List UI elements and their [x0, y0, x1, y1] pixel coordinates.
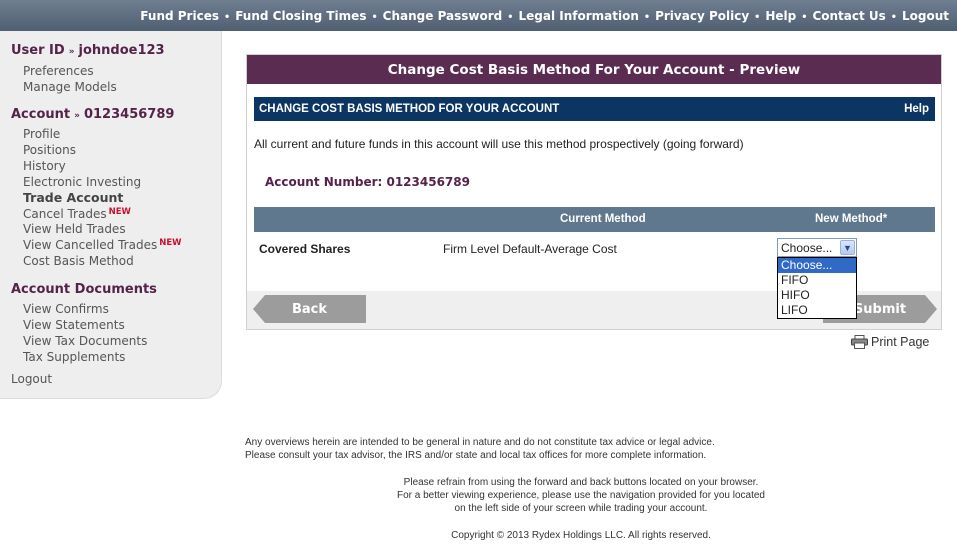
account-number: Account Number: 0123456789: [265, 175, 470, 189]
back-button[interactable]: Back: [253, 295, 366, 323]
sidebar-item-view-tax-documents[interactable]: View Tax Documents: [23, 334, 147, 348]
nav-separator: •: [891, 8, 896, 23]
sidebar-item-view-confirms[interactable]: View Confirms: [23, 302, 109, 316]
nav-fund-closing-times[interactable]: Fund Closing Times: [235, 9, 366, 23]
sidebar-item-trade-account[interactable]: Trade Account: [23, 190, 123, 205]
help-link[interactable]: Help: [904, 103, 929, 115]
top-nav: Fund Prices • Fund Closing Times • Change …: [0, 0, 957, 31]
nav-separator: •: [372, 8, 377, 23]
sidebar-item-cancel-trades[interactable]: Cancel Trades NEW: [23, 207, 131, 221]
account-documents-heading: Account Documents: [11, 282, 157, 297]
option-fifo[interactable]: FIFO: [778, 273, 856, 288]
chevron-down-icon[interactable]: ▼: [840, 240, 855, 255]
new-badge: NEW: [159, 238, 182, 248]
option-lifo[interactable]: LIFO: [778, 303, 856, 318]
account-id-value: 0123456789: [83, 107, 175, 122]
account-number-value: 0123456789: [386, 175, 470, 189]
note-line: on the left side of your screen while tr…: [454, 503, 708, 514]
sidebar-item-manage-models[interactable]: Manage Models: [23, 80, 117, 94]
disclaimer-line: Any overviews herein are intended to be …: [245, 437, 715, 448]
tax-disclaimer: Any overviews herein are intended to be …: [245, 436, 715, 462]
sidebar-item-positions[interactable]: Positions: [23, 143, 76, 157]
table-header: Current Method New Method*: [254, 207, 935, 232]
option-hifo[interactable]: HIFO: [778, 288, 856, 303]
nav-separator: •: [755, 8, 760, 23]
nav-fund-prices[interactable]: Fund Prices: [140, 9, 219, 23]
intro-text: All current and future funds in this acc…: [254, 137, 744, 151]
nav-separator: •: [508, 8, 513, 23]
panel-title: Change Cost Basis Method For Your Accoun…: [247, 55, 941, 84]
printer-icon: [851, 335, 868, 349]
column-current-method: Current Method: [560, 213, 646, 225]
sidebar-logout[interactable]: Logout: [11, 372, 52, 386]
account-heading: Account» 0123456789: [11, 107, 174, 122]
chevron-right-icon: »: [68, 47, 75, 57]
row-label-covered-shares: Covered Shares: [259, 242, 351, 256]
note-line: Please refrain from using the forward an…: [403, 477, 759, 488]
account-label: Account: [11, 107, 71, 122]
new-method-select[interactable]: Choose... ▼: [777, 238, 857, 257]
user-id-label: User ID: [11, 43, 65, 58]
nav-privacy-policy[interactable]: Privacy Policy: [655, 9, 749, 23]
sidebar-item-cost-basis-method[interactable]: Cost Basis Method: [23, 254, 134, 268]
sidebar-item-label: View Cancelled Trades: [23, 238, 158, 252]
column-new-method: New Method*: [815, 213, 888, 225]
option-choose[interactable]: Choose...: [778, 258, 856, 273]
nav-help[interactable]: Help: [765, 9, 796, 23]
nav-contact-us[interactable]: Contact Us: [812, 9, 885, 23]
nav-legal-information[interactable]: Legal Information: [518, 9, 638, 23]
sidebar-item-view-held-trades[interactable]: View Held Trades: [23, 222, 126, 236]
nav-change-password[interactable]: Change Password: [383, 9, 503, 23]
new-badge: NEW: [108, 207, 131, 217]
section-title: CHANGE COST BASIS METHOD FOR YOUR ACCOUN…: [259, 103, 560, 115]
print-page-label: Print Page: [871, 335, 930, 349]
user-id-value: johndoe123: [78, 43, 165, 58]
sidebar-item-view-cancelled-trades[interactable]: View Cancelled Trades NEW: [23, 238, 182, 252]
disclaimer-line: Please consult your tax advisor, the IRS…: [245, 450, 707, 461]
navigation-note: Please refrain from using the forward an…: [360, 476, 802, 515]
sidebar-item-preferences[interactable]: Preferences: [23, 64, 94, 78]
account-number-label: Account Number:: [265, 175, 383, 189]
chevron-right-icon: »: [74, 111, 80, 121]
new-method-options: Choose... FIFO HIFO LIFO: [777, 257, 857, 319]
current-method-value: Firm Level Default-Average Cost: [443, 242, 617, 256]
sidebar-item-view-statements[interactable]: View Statements: [23, 318, 125, 332]
nav-separator: •: [644, 8, 650, 23]
sidebar-item-label: Cancel Trades: [23, 207, 107, 221]
nav-logout[interactable]: Logout: [902, 9, 949, 23]
copyright: Copyright © 2013 Rydex Holdings LLC. All…: [451, 530, 711, 541]
nav-separator: •: [224, 8, 230, 23]
select-value: Choose...: [781, 241, 833, 255]
print-page-link[interactable]: Print Page: [851, 335, 929, 349]
nav-separator: •: [802, 8, 807, 23]
sidebar-item-electronic-investing[interactable]: Electronic Investing: [23, 175, 141, 189]
user-id-heading: User ID» johndoe123: [11, 43, 165, 58]
sidebar-item-tax-supplements[interactable]: Tax Supplements: [23, 350, 125, 364]
sidebar-item-history[interactable]: History: [23, 159, 66, 173]
sidebar-item-profile[interactable]: Profile: [23, 127, 60, 141]
note-line: For a better viewing experience, please …: [396, 490, 765, 501]
section-header: CHANGE COST BASIS METHOD FOR YOUR ACCOUN…: [254, 97, 935, 121]
sidebar: User ID» johndoe123 Preferences Manage Mo…: [0, 31, 222, 399]
